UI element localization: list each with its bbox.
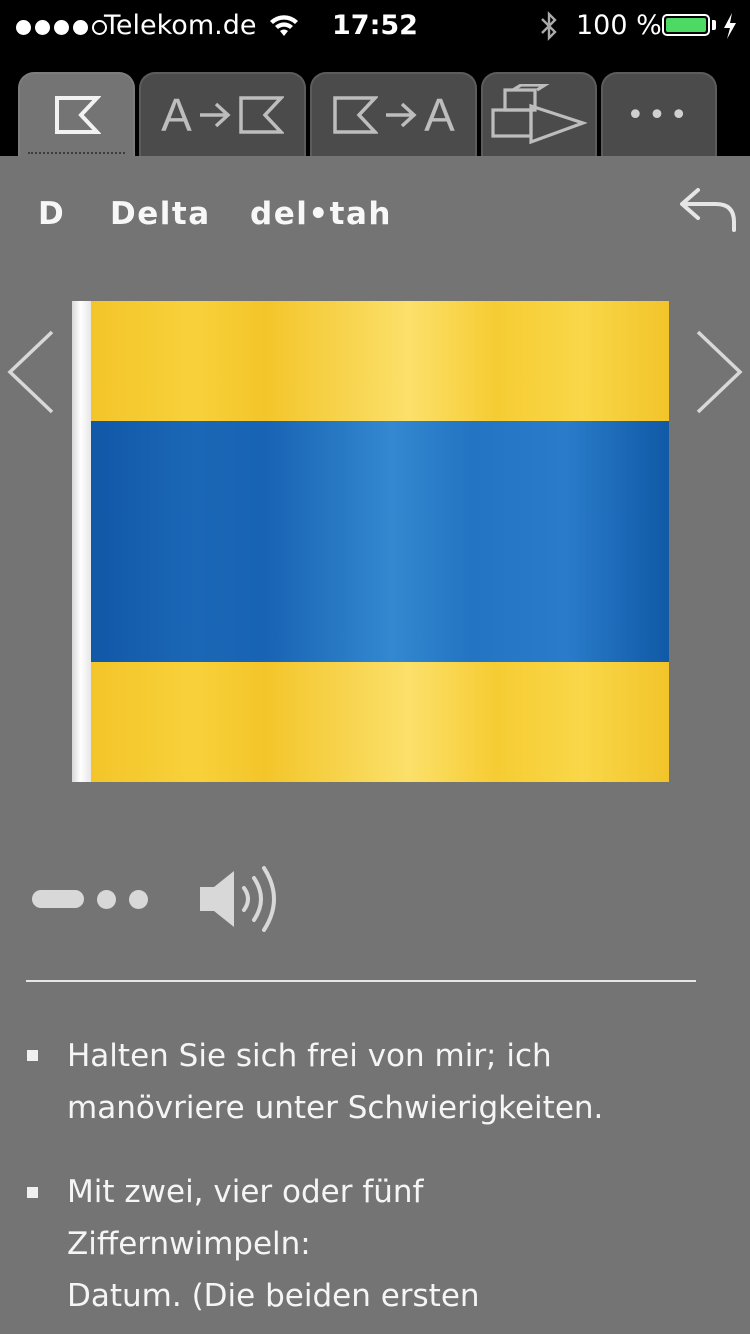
flag-icon xyxy=(239,96,284,134)
flag-stripe-top xyxy=(91,301,669,421)
top-bar: Telekom.de 17:52 100 % A A ••• xyxy=(0,0,750,156)
status-bar: Telekom.de 17:52 100 % xyxy=(0,0,750,52)
arrow-right-icon xyxy=(386,102,417,128)
meaning-item: Halten Sie sich frei von mir; ich manövr… xyxy=(67,1038,604,1126)
arrow-right-icon xyxy=(199,102,231,128)
battery-percent: 100 % xyxy=(576,10,662,41)
flag-icon xyxy=(54,96,101,134)
meaning-item: Mit zwei, vier oder fünf Ziffernwimpeln:… xyxy=(67,1174,480,1314)
morse-dot xyxy=(97,890,116,909)
signal-flag-image xyxy=(72,301,669,782)
tab-flag-to-letter[interactable]: A xyxy=(310,72,477,156)
next-chevron-icon[interactable] xyxy=(692,328,746,416)
tab-more[interactable]: ••• xyxy=(601,72,717,156)
flag-stripe-bottom xyxy=(91,662,669,782)
bluetooth-icon xyxy=(541,11,557,41)
flag-icon xyxy=(333,96,379,134)
tab-shapes[interactable] xyxy=(481,72,597,156)
battery-tip xyxy=(712,20,716,30)
previous-chevron-icon[interactable] xyxy=(4,328,58,416)
morse-dash xyxy=(32,890,84,908)
battery-icon xyxy=(662,14,710,36)
battery-fill xyxy=(666,18,706,32)
flag-pole xyxy=(72,301,91,782)
divider xyxy=(26,980,696,982)
shapes-icon xyxy=(491,84,587,145)
entry-pronunciation: del•tah xyxy=(250,196,392,232)
active-tab-indicator xyxy=(28,152,125,154)
speaker-icon[interactable] xyxy=(198,862,282,936)
bullet-icon xyxy=(27,1050,38,1061)
entry-word: Delta xyxy=(110,196,211,232)
undo-back-icon[interactable] xyxy=(676,182,740,234)
more-icon: ••• xyxy=(626,97,692,133)
bullet-icon xyxy=(27,1187,38,1198)
tab-bar: A A ••• xyxy=(0,72,750,156)
morse-dot xyxy=(129,890,148,909)
tab-letter-label: A xyxy=(424,89,455,141)
tab-flag[interactable] xyxy=(18,72,135,156)
entry-header: D Delta del•tah xyxy=(0,196,750,240)
flag-stripe-middle xyxy=(91,421,669,662)
entry-letter: D xyxy=(38,196,66,232)
tab-letter-to-flag[interactable]: A xyxy=(139,72,306,156)
tab-letter-label: A xyxy=(161,89,192,141)
charging-bolt-icon xyxy=(724,13,736,39)
